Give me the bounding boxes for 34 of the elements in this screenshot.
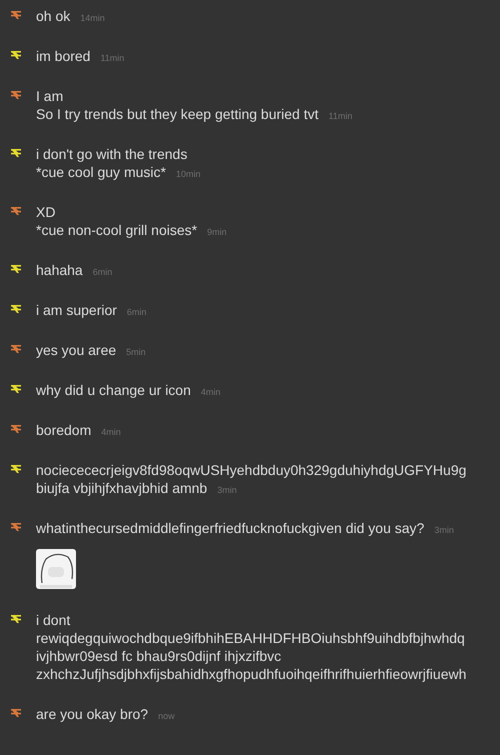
timestamp: now: [158, 711, 175, 721]
message-text: whatinthecursedmiddlefingerfriedfucknofuckgiven did you say?: [36, 519, 424, 537]
message-text: zxhchzJufjhsdjbhxfijsbahidhxgfhopudhfuoihqeifhrifhuierhfieowrjfiuewh: [36, 665, 466, 683]
timestamp: 10min: [176, 169, 200, 179]
timestamp: 11min: [100, 53, 124, 63]
message-text: im bored: [36, 47, 90, 65]
message-text: why did u change ur icon: [36, 381, 191, 399]
timestamp: 4min: [101, 427, 121, 437]
timestamp: 14min: [80, 13, 105, 23]
timestamp: 11min: [328, 111, 352, 121]
timestamp: 3min: [434, 525, 454, 535]
message-text: hahaha: [36, 261, 83, 279]
message-text: XD: [36, 203, 56, 221]
message-text: i dont: [36, 611, 70, 629]
message-text: *cue cool guy music*: [36, 163, 166, 181]
timestamp: 6min: [126, 307, 146, 317]
message-text: boredom: [36, 421, 92, 439]
message-text: *cue non-cool grill noises*: [36, 221, 198, 239]
message-text: ivjhbwr09esd fc bhau9rs0dijnf ihjxzifbvc: [36, 647, 282, 665]
message-text: rewiqdegquiwochdbque9ifbhihEBAHHDFHBOiuhsbhf9uihdbfbjhwhdq: [36, 629, 465, 647]
message-text: I am: [36, 87, 64, 105]
timestamp: 6min: [92, 267, 112, 277]
message-text: nociecececrjeigv8fd98oqwUSHyehdbduy0h329gduhiyhdgUGFYHu9g: [36, 461, 466, 479]
timestamp: 4min: [200, 387, 220, 397]
message-text: are you okay bro?: [36, 705, 148, 723]
message-text: i am superior: [36, 301, 117, 319]
message-text: biujfa vbjihjfxhavjbhid amnb: [36, 479, 208, 497]
message-text: oh ok: [36, 7, 70, 25]
timestamp: 5min: [126, 347, 146, 357]
message-text: yes you aree: [36, 341, 116, 359]
message-text: i don't go with the trends: [36, 145, 188, 163]
timestamp: 9min: [207, 227, 227, 237]
message-text: So I try trends but they keep getting buried tvt: [36, 105, 318, 123]
timestamp: 3min: [217, 485, 237, 495]
